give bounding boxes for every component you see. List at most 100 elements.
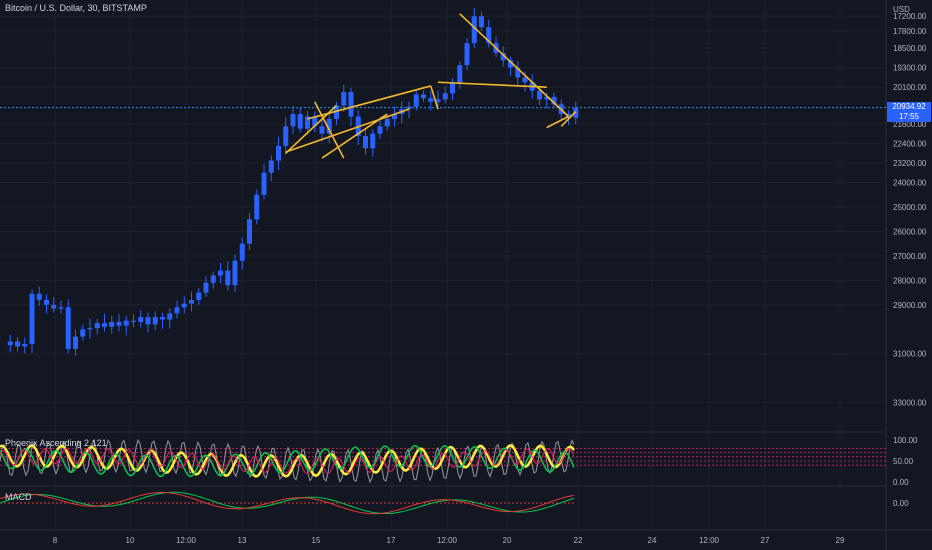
time-tick-label: 15 bbox=[312, 536, 321, 545]
candle-body bbox=[413, 94, 419, 107]
bar-countdown: 17:55 bbox=[898, 111, 920, 121]
price-tick-label: 19300.00 bbox=[893, 64, 927, 73]
candle-body bbox=[189, 299, 194, 304]
price-tick-label: 33000.00 bbox=[893, 399, 927, 408]
candle-body bbox=[152, 317, 158, 325]
candle-body bbox=[87, 328, 93, 330]
price-series bbox=[7, 7, 579, 356]
time-tick-label: 17 bbox=[387, 536, 396, 545]
candle-body bbox=[36, 293, 42, 300]
candle-body bbox=[7, 341, 13, 346]
candle-body bbox=[102, 323, 107, 327]
price-tick-label: 27000.00 bbox=[893, 252, 927, 261]
candle-body bbox=[341, 92, 347, 106]
candle-body bbox=[145, 317, 151, 325]
candle-body bbox=[261, 172, 267, 195]
price-tick-label: 29000.00 bbox=[893, 301, 927, 310]
candle-body bbox=[232, 260, 238, 286]
price-tick-label: 20100.00 bbox=[893, 83, 927, 92]
candle-body bbox=[94, 323, 100, 329]
candle-body bbox=[384, 118, 390, 127]
candle-body bbox=[174, 307, 180, 314]
candle-body bbox=[116, 321, 122, 326]
price-tick-label: 24000.00 bbox=[893, 179, 927, 188]
price-tick-label: 18500.00 bbox=[893, 44, 927, 53]
macd-series bbox=[0, 491, 576, 515]
time-tick-label: 27 bbox=[761, 536, 770, 545]
time-tick-label: 22 bbox=[574, 536, 583, 545]
candle-body bbox=[421, 94, 426, 99]
time-tick-label: 20 bbox=[503, 536, 512, 545]
candle-body bbox=[290, 114, 296, 127]
price-tick-label: 28000.00 bbox=[893, 276, 927, 285]
pattern-line bbox=[307, 85, 431, 120]
indicator-title: Phoenix Ascending 2.121 bbox=[5, 438, 107, 448]
pattern-line bbox=[429, 85, 439, 110]
candle-body bbox=[15, 341, 20, 347]
candle-body bbox=[218, 270, 223, 276]
candle-body bbox=[44, 299, 49, 305]
candle-body bbox=[450, 83, 455, 94]
candle-body bbox=[109, 321, 115, 327]
candle-body bbox=[123, 320, 129, 326]
indicator-tick-label: 100.00 bbox=[893, 436, 918, 445]
candle-body bbox=[297, 114, 303, 129]
candle-body bbox=[363, 136, 368, 149]
time-tick-label: 10 bbox=[126, 536, 135, 545]
candle-body bbox=[537, 90, 542, 100]
indicator-tick-label: 50.00 bbox=[893, 457, 914, 466]
current-price-value: 20934.92 bbox=[892, 101, 926, 111]
time-tick-label: 8 bbox=[53, 536, 58, 545]
price-tick-label: 22400.00 bbox=[893, 139, 927, 148]
macd-line bbox=[0, 491, 575, 514]
candle-body bbox=[428, 98, 434, 102]
candle-body bbox=[181, 303, 187, 308]
pattern-line bbox=[459, 13, 570, 118]
candle-body bbox=[196, 292, 202, 300]
candle-body bbox=[247, 219, 252, 244]
price-tick-label: 25000.00 bbox=[893, 203, 927, 212]
candle-body bbox=[319, 126, 325, 134]
chart-canvas[interactable]: USD17200.0017800.0018500.0019300.0020100… bbox=[0, 0, 932, 550]
candle-body bbox=[160, 317, 165, 320]
candle-body bbox=[283, 126, 289, 146]
macd-signal-line bbox=[0, 491, 575, 515]
candle-body bbox=[29, 293, 35, 344]
price-tick-label: 26000.00 bbox=[893, 227, 927, 236]
candle-body bbox=[80, 329, 86, 337]
candle-body bbox=[457, 65, 463, 84]
time-tick-label: 12:00 bbox=[176, 536, 197, 545]
price-tick-label: 17200.00 bbox=[893, 12, 927, 21]
time-tick-label: 13 bbox=[238, 536, 247, 545]
candle-body bbox=[51, 304, 57, 309]
candle-body bbox=[442, 93, 448, 100]
macd-title: MACD bbox=[5, 492, 32, 502]
macd-tick-label: 0.00 bbox=[893, 499, 909, 508]
candle-body bbox=[65, 307, 71, 349]
candle-body bbox=[203, 282, 209, 293]
candle-body bbox=[131, 320, 136, 322]
price-axis[interactable]: USD17200.0017800.0018500.0019300.0020100… bbox=[893, 5, 927, 508]
time-tick-label: 12:00 bbox=[437, 536, 458, 545]
time-tick-label: 29 bbox=[836, 536, 845, 545]
indicator-oscillator bbox=[0, 439, 886, 484]
candle-body bbox=[58, 307, 64, 309]
candle-body bbox=[210, 275, 216, 283]
time-tick-label: 12:00 bbox=[699, 536, 720, 545]
current-price-tag: 20934.92 17:55 bbox=[887, 101, 931, 122]
price-tick-label: 31000.00 bbox=[893, 350, 927, 359]
candle-body bbox=[268, 160, 274, 173]
candle-body bbox=[479, 16, 484, 28]
candle-body bbox=[464, 43, 470, 66]
time-axis[interactable]: 8 10 12:00 13 15 17 12:00 20 22 24 12:00 27 29 bbox=[53, 536, 845, 545]
candle-body bbox=[254, 194, 260, 220]
candle-body bbox=[276, 145, 281, 161]
candle-body bbox=[22, 343, 28, 347]
candle-body bbox=[167, 313, 173, 320]
candle-body bbox=[239, 243, 245, 261]
price-tick-label: 23200.00 bbox=[893, 159, 927, 168]
indicator-tick-label: 0.00 bbox=[893, 478, 909, 487]
candle-body bbox=[377, 126, 383, 134]
candle-body bbox=[348, 92, 354, 117]
candle-body bbox=[370, 133, 376, 149]
